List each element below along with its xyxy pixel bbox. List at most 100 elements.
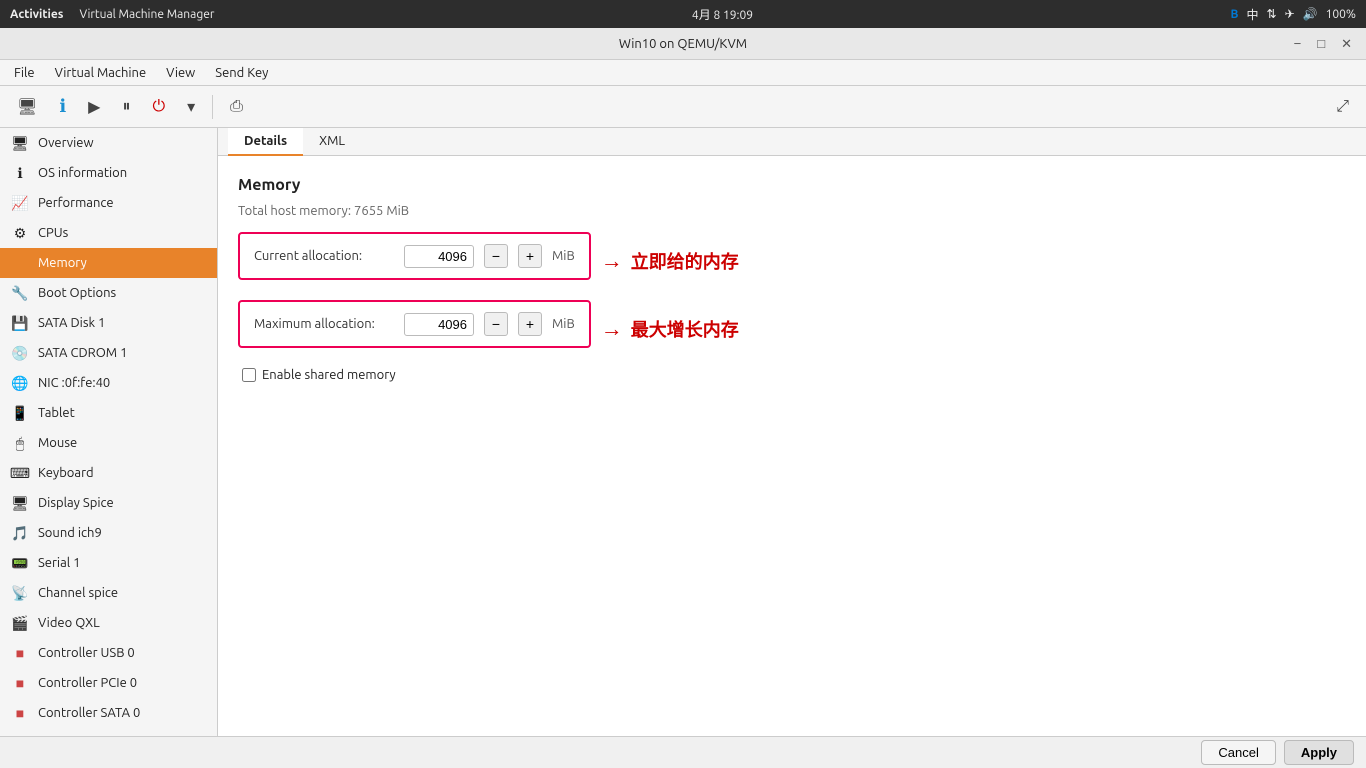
lang-label: 中 [1247,6,1259,23]
sidebar: 🖥 Overview ℹ OS information 📈 Performanc… [0,128,218,736]
sidebar-item-sata-cdrom[interactable]: 💿 SATA CDROM 1 [0,338,217,368]
sidebar-item-display-spice[interactable]: 🖥 Display Spice [0,488,217,518]
dropdown-button[interactable]: ▾ [178,92,204,122]
controller-pcie0-icon: ■ [10,673,30,693]
controller-virtio-icon: ■ [10,733,30,736]
shared-memory-checkbox[interactable] [242,368,256,382]
section-title: Memory [238,176,1346,194]
sidebar-item-video-qxl[interactable]: 🎬 Video QXL [0,608,217,638]
serial-icon: 📟 [10,553,30,573]
monitor-button[interactable]: 🖥 [8,92,46,122]
sidebar-item-mouse[interactable]: 🖱 Mouse [0,428,217,458]
cpus-icon: ⚙ [10,223,30,243]
info-button[interactable]: ℹ [50,91,75,122]
play-button[interactable]: ▶ [79,92,109,122]
sidebar-item-overview[interactable]: 🖥 Overview [0,128,217,158]
display-spice-icon: 🖥 [10,493,30,513]
sidebar-item-sata-disk[interactable]: 💾 SATA Disk 1 [0,308,217,338]
app-name-label: Virtual Machine Manager [79,8,214,21]
window-title: Win10 on QEMU/KVM [619,37,747,51]
annotation1-container: → 立即给的内存 [601,248,739,274]
sidebar-item-controller-usb0[interactable]: ■ Controller USB 0 [0,638,217,668]
activities-label[interactable]: Activities [10,8,63,21]
max-allocation-unit: MiB [552,317,575,331]
sidebar-item-controller-virtio[interactable]: ■ Controller VirtIO Serial 0 [0,728,217,736]
cpus-label: CPUs [38,226,68,240]
menu-send-key[interactable]: Send Key [205,64,278,82]
mouse-label: Mouse [38,436,77,450]
tab-details[interactable]: Details [228,128,303,156]
sidebar-item-performance[interactable]: 📈 Performance [0,188,217,218]
max-allocation-input[interactable] [404,313,474,336]
max-allocation-increment[interactable]: + [518,312,542,336]
performance-icon: 📈 [10,193,30,213]
menu-view[interactable]: View [156,64,205,82]
annotation2-arrow-icon: → [601,316,623,342]
sidebar-item-channel-spice[interactable]: 📡 Channel spice [0,578,217,608]
sidebar-item-controller-pcie0[interactable]: ■ Controller PCIe 0 [0,668,217,698]
window-controls[interactable]: − □ ✕ [1288,34,1358,54]
memory-label: Memory [38,256,87,270]
sata-cdrom-icon: 💿 [10,343,30,363]
power-button[interactable]: ⏻ [143,93,174,121]
tab-xml[interactable]: XML [303,128,361,156]
battery-label: 100% [1326,8,1356,21]
cancel-button[interactable]: Cancel [1201,740,1275,765]
tablet-label: Tablet [38,406,75,420]
menu-file[interactable]: File [4,64,45,82]
serial-label: Serial 1 [38,556,80,570]
sidebar-item-cpus[interactable]: ⚙ CPUs [0,218,217,248]
sidebar-item-sound-ich9[interactable]: 🎵 Sound ich9 [0,518,217,548]
overview-label: Overview [38,136,94,150]
max-allocation-decrement[interactable]: − [484,312,508,336]
sound-icon: 🎵 [10,523,30,543]
shared-memory-row: Enable shared memory [242,368,1346,382]
sound-label: Sound ich9 [38,526,102,540]
current-allocation-decrement[interactable]: − [484,244,508,268]
sidebar-item-serial1[interactable]: 📟 Serial 1 [0,548,217,578]
network-icon: ⇅ [1267,7,1277,21]
minimize-button[interactable]: − [1288,34,1308,54]
annotation1-arrow-icon: → [601,248,623,274]
airplane-icon: ✈ [1285,7,1295,21]
nic-icon: 🌐 [10,373,30,393]
annotation2-container: → 最大增长内存 [601,316,739,342]
sidebar-item-tablet[interactable]: 📱 Tablet [0,398,217,428]
keyboard-label: Keyboard [38,466,94,480]
expand-button[interactable]: ⤢ [1327,93,1358,121]
channel-spice-label: Channel spice [38,586,118,600]
screenshot-button[interactable]: ⎙ [221,93,252,121]
toolbar: 🖥 ℹ ▶ ⏸ ⏻ ▾ ⎙ ⤢ [0,86,1366,128]
sidebar-item-keyboard[interactable]: ⌨ Keyboard [0,458,217,488]
boot-options-icon: 🔧 [10,283,30,303]
current-allocation-increment[interactable]: + [518,244,542,268]
max-allocation-row: Maximum allocation: − + MiB → 最大增长内存 [238,300,1346,358]
max-allocation-label: Maximum allocation: [254,317,394,331]
apply-button[interactable]: Apply [1284,740,1354,765]
volume-icon: 🔊 [1303,7,1318,21]
os-info-icon: ℹ [10,163,30,183]
sidebar-item-nic[interactable]: 🌐 NIC :0f:fe:40 [0,368,217,398]
controller-usb0-icon: ■ [10,643,30,663]
current-allocation-box: Current allocation: − + MiB [238,232,591,280]
sidebar-item-controller-sata0[interactable]: ■ Controller SATA 0 [0,698,217,728]
sidebar-item-boot-options[interactable]: 🔧 Boot Options [0,278,217,308]
annotation2-text: 最大增长内存 [631,316,739,342]
tab-bar: Details XML [218,128,1366,156]
system-tray: B 中 ⇅ ✈ 🔊 100% [1231,6,1356,23]
maximize-button[interactable]: □ [1311,34,1331,54]
main-layout: 🖥 Overview ℹ OS information 📈 Performanc… [0,128,1366,736]
datetime-label: 4月 8 19:09 [214,6,1230,23]
current-allocation-input[interactable] [404,245,474,268]
close-button[interactable]: ✕ [1335,34,1358,54]
video-qxl-label: Video QXL [38,616,100,630]
sidebar-item-memory[interactable]: ▬ Memory [0,248,217,278]
os-info-label: OS information [38,166,127,180]
menu-virtual-machine[interactable]: Virtual Machine [45,64,157,82]
max-allocation-box: Maximum allocation: − + MiB [238,300,591,348]
host-memory-value: 7655 MiB [354,204,409,218]
video-qxl-icon: 🎬 [10,613,30,633]
pause-button[interactable]: ⏸ [113,93,139,121]
display-spice-label: Display Spice [38,496,114,510]
sidebar-item-os-info[interactable]: ℹ OS information [0,158,217,188]
